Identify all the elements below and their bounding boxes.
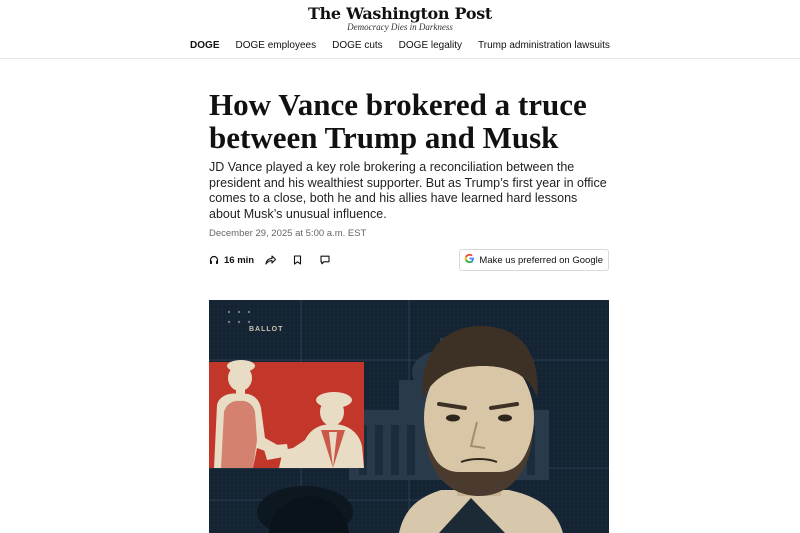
share-icon xyxy=(265,255,276,265)
article-dek: JD Vance played a key role brokering a r… xyxy=(209,160,607,221)
nav-item-doge-employees[interactable]: DOGE employees xyxy=(236,40,317,51)
nav-item-doge-cuts[interactable]: DOGE cuts xyxy=(332,40,383,51)
bookmark-icon xyxy=(293,255,302,265)
article-tools: 16 min Make us preferred on Google xyxy=(209,249,609,271)
comment-icon xyxy=(320,255,330,265)
listen-duration: 16 min xyxy=(224,254,255,266)
nav-item-trump-lawsuits[interactable]: Trump administration lawsuits xyxy=(478,40,610,51)
preferred-source-button[interactable]: Make us preferred on Google xyxy=(459,249,609,271)
nav-item-doge[interactable]: DOGE xyxy=(190,40,219,51)
bookmark-button[interactable] xyxy=(293,253,302,267)
article-headline: How Vance brokered a truce between Trump… xyxy=(209,87,587,155)
site-tagline: Democracy Dies in Darkness xyxy=(347,22,453,32)
listen-button[interactable]: 16 min xyxy=(209,253,254,267)
nav-item-doge-legality[interactable]: DOGE legality xyxy=(399,40,462,51)
hero-illustration: BALLOT xyxy=(209,300,609,533)
comment-button[interactable] xyxy=(320,253,330,267)
site-logo[interactable]: The Washington Post xyxy=(0,4,800,23)
ballot-label: BALLOT xyxy=(249,326,283,333)
google-g-icon xyxy=(464,253,475,267)
article-dateline: December 29, 2025 at 5:00 a.m. EST xyxy=(209,228,367,239)
topic-nav: DOGE DOGE employees DOGE cuts DOGE legal… xyxy=(0,40,800,51)
preferred-source-label: Make us preferred on Google xyxy=(479,254,603,266)
masthead: The Washington Post Democracy Dies in Da… xyxy=(0,0,800,59)
headphones-icon xyxy=(209,255,219,265)
hero-collage: BALLOT xyxy=(209,300,609,533)
share-button[interactable] xyxy=(265,253,276,267)
